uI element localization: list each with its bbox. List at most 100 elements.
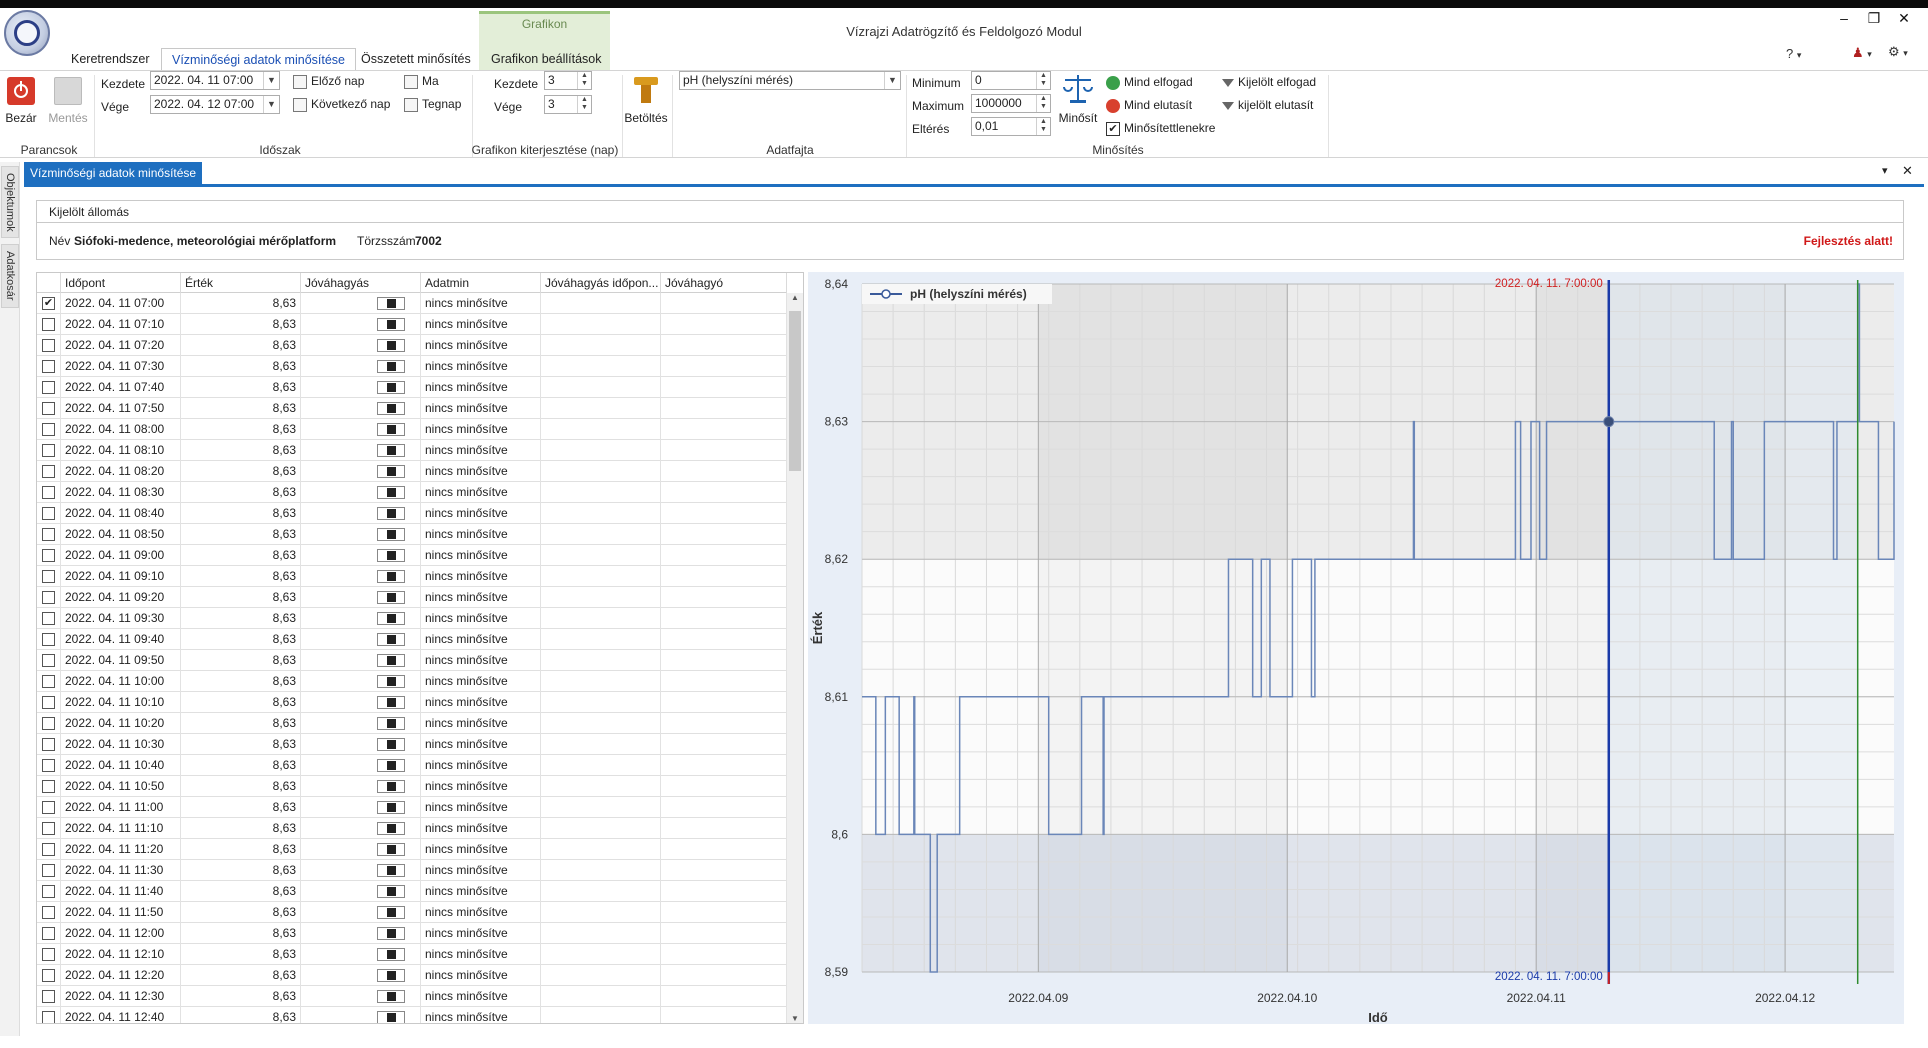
row-checkbox[interactable] xyxy=(42,402,55,415)
grid-scrollbar[interactable]: ▲ ▼ xyxy=(787,293,803,1023)
approval-toggle[interactable] xyxy=(377,801,405,814)
approval-toggle[interactable] xyxy=(377,360,405,373)
row-checkbox[interactable] xyxy=(42,759,55,772)
table-row[interactable]: 2022. 04. 11 09:10 8,63 nincs minősítve xyxy=(37,566,787,587)
approval-toggle[interactable] xyxy=(377,843,405,856)
row-checkbox[interactable] xyxy=(42,822,55,835)
tab-osszetett[interactable]: Összetett minősítés xyxy=(351,48,481,70)
reject-all-button[interactable]: Mind elutasít xyxy=(1106,98,1192,113)
close-window-button[interactable]: ✕ xyxy=(1894,10,1914,27)
approval-toggle[interactable] xyxy=(377,990,405,1003)
approval-toggle[interactable] xyxy=(377,780,405,793)
approval-toggle[interactable] xyxy=(377,612,405,625)
spinner-arrows-icon[interactable]: ▲ ▼ xyxy=(577,96,591,113)
row-checkbox[interactable] xyxy=(42,612,55,625)
table-row[interactable]: 2022. 04. 11 08:30 8,63 nincs minősítve xyxy=(37,482,787,503)
approval-toggle[interactable] xyxy=(377,402,405,415)
col-approval-time[interactable]: Jóváhagyás időpon... xyxy=(541,273,661,293)
approval-toggle[interactable] xyxy=(377,528,405,541)
row-checkbox[interactable] xyxy=(42,780,55,793)
col-approver[interactable]: Jóváhagyó xyxy=(661,273,787,293)
table-row[interactable]: 2022. 04. 11 08:20 8,63 nincs minősítve xyxy=(37,461,787,482)
row-checkbox[interactable] xyxy=(42,864,55,877)
table-row[interactable]: 2022. 04. 11 10:00 8,63 nincs minősítve xyxy=(37,671,787,692)
row-checkbox[interactable] xyxy=(42,570,55,583)
minimize-button[interactable]: – xyxy=(1834,10,1854,26)
chart-area[interactable]: 8,59 8,6 8,61 8,62 8,63 8,64 2022.04.09 2022.04… xyxy=(808,272,1904,1025)
table-row[interactable]: 2022. 04. 11 08:40 8,63 nincs minősítve xyxy=(37,503,787,524)
row-checkbox[interactable] xyxy=(42,927,55,940)
tab-datacart[interactable]: Adatkosár xyxy=(1,244,19,308)
col-approval[interactable]: Jóváhagyás xyxy=(301,273,421,293)
accept-selected-button[interactable]: Kijelölt elfogad xyxy=(1222,75,1316,89)
max-spinner[interactable]: 1000000 ▲ ▼ xyxy=(971,94,1051,113)
table-row[interactable]: 2022. 04. 11 08:50 8,63 nincs minősítve xyxy=(37,524,787,545)
table-row[interactable]: 2022. 04. 11 07:30 8,63 nincs minősítve xyxy=(37,356,787,377)
table-row[interactable]: 2022. 04. 11 07:40 8,63 nincs minősítve xyxy=(37,377,787,398)
save-button[interactable]: Mentés xyxy=(48,77,88,125)
row-checkbox[interactable] xyxy=(42,381,55,394)
tab-objects[interactable]: Objektumok xyxy=(1,166,19,238)
approval-toggle[interactable] xyxy=(377,696,405,709)
row-checkbox[interactable] xyxy=(42,465,55,478)
row-checkbox[interactable] xyxy=(42,528,55,541)
table-row[interactable]: ✔ 2022. 04. 11 07:00 8,63 nincs minősítve xyxy=(37,293,787,314)
chevron-down-icon[interactable]: ▼ xyxy=(263,96,279,113)
col-value[interactable]: Érték xyxy=(181,273,301,293)
next-day-button[interactable]: Következő nap xyxy=(293,97,390,112)
doc-dropdown-icon[interactable]: ▾ xyxy=(1882,164,1888,177)
table-row[interactable]: 2022. 04. 11 11:20 8,63 nincs minősítve xyxy=(37,839,787,860)
approval-toggle[interactable] xyxy=(377,570,405,583)
approval-toggle[interactable] xyxy=(377,633,405,646)
table-row[interactable]: 2022. 04. 11 10:30 8,63 nincs minősítve xyxy=(37,734,787,755)
row-checkbox[interactable] xyxy=(42,318,55,331)
row-checkbox[interactable] xyxy=(42,591,55,604)
ext-start-spinner[interactable]: 3 ▲ ▼ xyxy=(544,71,592,90)
table-row[interactable]: 2022. 04. 11 12:20 8,63 nincs minősítve xyxy=(37,965,787,986)
row-checkbox[interactable] xyxy=(42,507,55,520)
table-row[interactable]: 2022. 04. 11 10:50 8,63 nincs minősítve xyxy=(37,776,787,797)
table-row[interactable]: 2022. 04. 11 07:10 8,63 nincs minősítve xyxy=(37,314,787,335)
approval-toggle[interactable] xyxy=(377,927,405,940)
table-row[interactable]: 2022. 04. 11 12:30 8,63 nincs minősítve xyxy=(37,986,787,1007)
approval-toggle[interactable] xyxy=(377,318,405,331)
table-row[interactable]: 2022. 04. 11 09:00 8,63 nincs minősítve xyxy=(37,545,787,566)
spinner-arrows-icon[interactable]: ▲ ▼ xyxy=(1036,72,1050,89)
table-row[interactable]: 2022. 04. 11 09:30 8,63 nincs minősítve xyxy=(37,608,787,629)
approval-toggle[interactable] xyxy=(377,339,405,352)
approval-toggle[interactable] xyxy=(377,444,405,457)
table-row[interactable]: 2022. 04. 11 11:00 8,63 nincs minősítve xyxy=(37,797,787,818)
spinner-arrows-icon[interactable]: ▲ ▼ xyxy=(1036,118,1050,135)
table-row[interactable]: 2022. 04. 11 08:10 8,63 nincs minősítve xyxy=(37,440,787,461)
row-checkbox[interactable] xyxy=(42,675,55,688)
tab-grafikon-beallitasok[interactable]: Grafikon beállítások xyxy=(481,48,611,70)
today-button[interactable]: Ma xyxy=(404,74,439,89)
approval-toggle[interactable] xyxy=(377,465,405,478)
row-checkbox[interactable] xyxy=(42,360,55,373)
row-checkbox[interactable] xyxy=(42,948,55,961)
maximize-button[interactable]: ❐ xyxy=(1864,10,1884,27)
approval-toggle[interactable] xyxy=(377,507,405,520)
gear-icon[interactable]: ⚙ ▾ xyxy=(1888,44,1908,60)
help-icon[interactable]: ? ▾ xyxy=(1786,46,1801,61)
approval-toggle[interactable] xyxy=(377,1011,405,1023)
row-checkbox[interactable] xyxy=(42,633,55,646)
col-quality[interactable]: Adatmin xyxy=(421,273,541,293)
row-checkbox[interactable] xyxy=(42,423,55,436)
approval-toggle[interactable] xyxy=(377,675,405,688)
unqualified-only-checkbox[interactable]: ✔ Minősítettlenekre xyxy=(1106,121,1215,136)
approval-toggle[interactable] xyxy=(377,864,405,877)
dev-spinner[interactable]: 0,01 ▲ ▼ xyxy=(971,117,1051,136)
table-row[interactable]: 2022. 04. 11 12:40 8,63 nincs minősítve xyxy=(37,1007,787,1023)
approval-toggle[interactable] xyxy=(377,486,405,499)
col-time[interactable]: Időpont xyxy=(61,273,181,293)
approval-toggle[interactable] xyxy=(377,297,405,310)
approval-toggle[interactable] xyxy=(377,591,405,604)
load-button[interactable]: Betöltés xyxy=(624,73,668,125)
table-row[interactable]: 2022. 04. 11 11:30 8,63 nincs minősítve xyxy=(37,860,787,881)
table-row[interactable]: 2022. 04. 11 10:20 8,63 nincs minősítve xyxy=(37,713,787,734)
table-row[interactable]: 2022. 04. 11 11:40 8,63 nincs minősítve xyxy=(37,881,787,902)
prev-day-button[interactable]: Előző nap xyxy=(293,74,364,89)
approval-toggle[interactable] xyxy=(377,423,405,436)
scroll-down-icon[interactable]: ▼ xyxy=(787,1014,803,1023)
